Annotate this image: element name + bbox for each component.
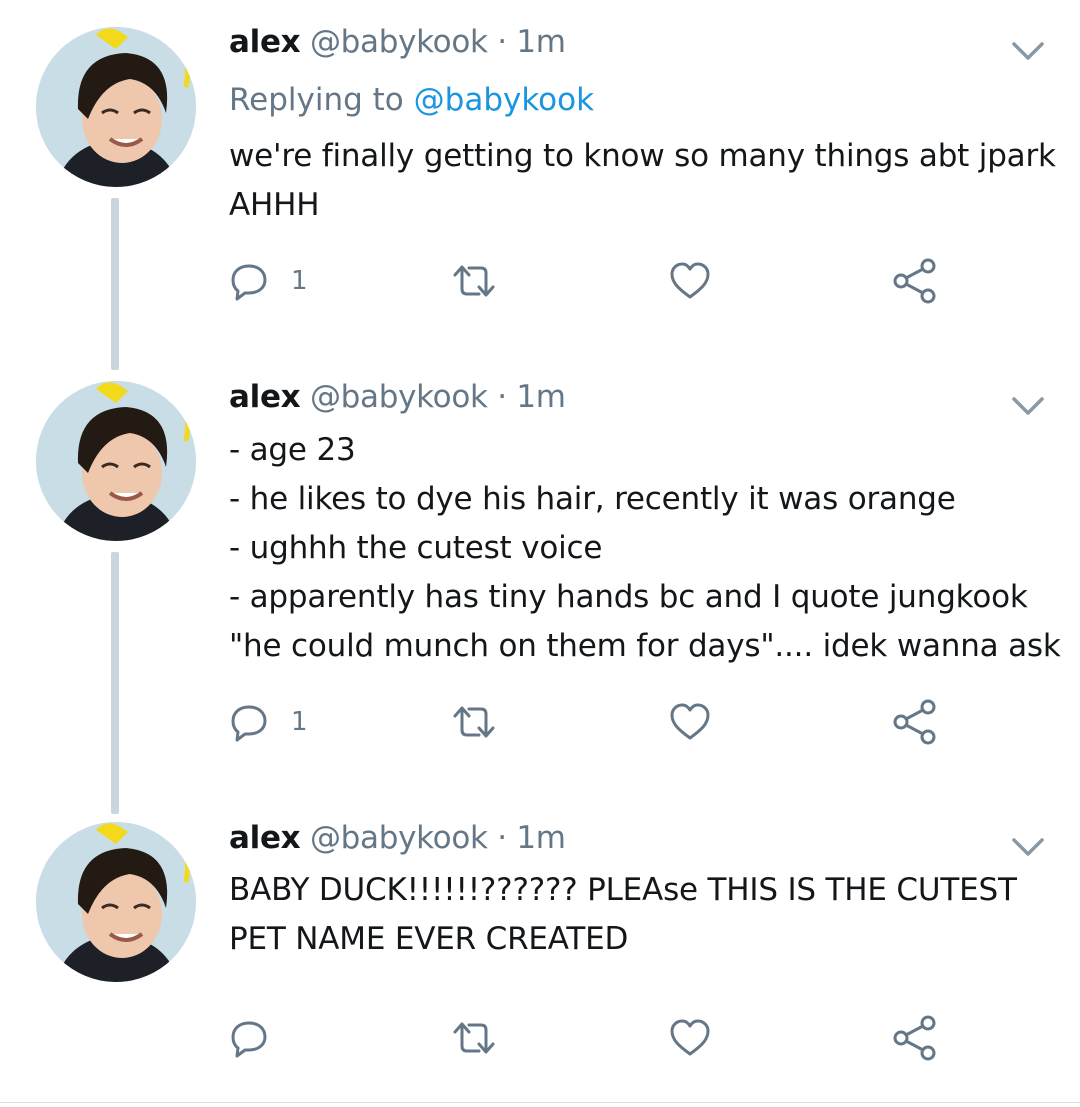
reply-count: 1 xyxy=(291,707,308,737)
thread-connector xyxy=(111,198,119,370)
thread-connector xyxy=(111,552,119,814)
replying-to-label: Replying to xyxy=(229,82,404,118)
divider xyxy=(0,1102,1080,1103)
tweet-text-line: - age 23 xyxy=(229,432,356,468)
share-icon xyxy=(893,699,936,745)
tweet-text-line: PET NAME EVER CREATED xyxy=(229,921,629,957)
chevron-down-icon[interactable] xyxy=(1008,832,1048,862)
user-handle[interactable]: @babykook xyxy=(310,24,488,60)
timestamp[interactable]: 1m xyxy=(516,820,566,856)
timestamp[interactable]: 1m xyxy=(516,24,566,60)
retweet-button[interactable] xyxy=(451,259,497,303)
retweet-button[interactable] xyxy=(451,1016,497,1060)
tweet-actions xyxy=(229,1015,1049,1061)
tweet-header: alex @babykook · 1m xyxy=(229,377,566,417)
user-handle[interactable]: @babykook xyxy=(310,379,488,415)
share-icon xyxy=(893,258,936,304)
separator: · xyxy=(497,24,507,60)
heart-icon xyxy=(670,703,710,740)
tweet-text-line: "he could munch on them for days".... id… xyxy=(229,628,1061,664)
tweet-text-line: - he likes to dye his hair, recently it … xyxy=(229,481,956,517)
share-icon xyxy=(893,1015,936,1061)
share-button[interactable] xyxy=(891,258,939,304)
share-button[interactable] xyxy=(891,699,939,745)
tweet-actions: 1 xyxy=(229,699,1049,745)
tweet-text: we're finally getting to know so many th… xyxy=(229,132,1059,230)
reply-count: 1 xyxy=(291,266,308,296)
like-button[interactable] xyxy=(669,700,711,744)
retweet-icon xyxy=(453,265,495,297)
tweet-text-line: BABY DUCK!!!!!!?????? PLEAse THIS IS THE… xyxy=(229,872,1017,908)
chevron-down-icon[interactable] xyxy=(1008,391,1048,421)
avatar[interactable] xyxy=(36,822,196,982)
replying-to: Replying to @babykook xyxy=(229,80,594,120)
tweet-text: - age 23 - he likes to dye his hair, rec… xyxy=(229,426,1061,671)
like-button[interactable] xyxy=(669,1016,711,1060)
share-button[interactable] xyxy=(891,1015,939,1061)
chevron-down-icon[interactable] xyxy=(1008,36,1048,66)
reply-icon xyxy=(231,1021,267,1058)
like-button[interactable] xyxy=(669,259,711,303)
reply-button[interactable] xyxy=(229,1016,291,1060)
separator: · xyxy=(497,379,507,415)
tweet-text: BABY DUCK!!!!!!?????? PLEAse THIS IS THE… xyxy=(229,866,1059,964)
heart-icon xyxy=(670,262,710,299)
reply-icon xyxy=(231,264,267,301)
tweet-header: alex @babykook · 1m xyxy=(229,818,566,858)
display-name[interactable]: alex xyxy=(229,379,301,415)
separator: · xyxy=(497,820,507,856)
display-name[interactable]: alex xyxy=(229,820,301,856)
reply-button[interactable]: 1 xyxy=(229,259,308,303)
tweet-text-line: we're finally getting to know so many th… xyxy=(229,138,1056,174)
tweet-text-line: - ughhh the cutest voice xyxy=(229,530,603,566)
avatar[interactable] xyxy=(36,381,196,541)
reply-icon xyxy=(231,705,267,742)
retweet-button[interactable] xyxy=(451,700,497,744)
replying-to-mention[interactable]: @babykook xyxy=(414,82,594,118)
heart-icon xyxy=(670,1019,710,1056)
reply-button[interactable]: 1 xyxy=(229,700,308,744)
retweet-icon xyxy=(453,1022,495,1054)
user-handle[interactable]: @babykook xyxy=(310,820,488,856)
timestamp[interactable]: 1m xyxy=(516,379,566,415)
retweet-icon xyxy=(453,706,495,738)
tweet-text-line: AHHH xyxy=(229,187,320,223)
tweet-actions: 1 xyxy=(229,258,1049,304)
display-name[interactable]: alex xyxy=(229,24,301,60)
avatar[interactable] xyxy=(36,27,196,187)
tweet-text-line: - apparently has tiny hands bc and I quo… xyxy=(229,579,1028,615)
tweet-header: alex @babykook · 1m xyxy=(229,22,566,62)
